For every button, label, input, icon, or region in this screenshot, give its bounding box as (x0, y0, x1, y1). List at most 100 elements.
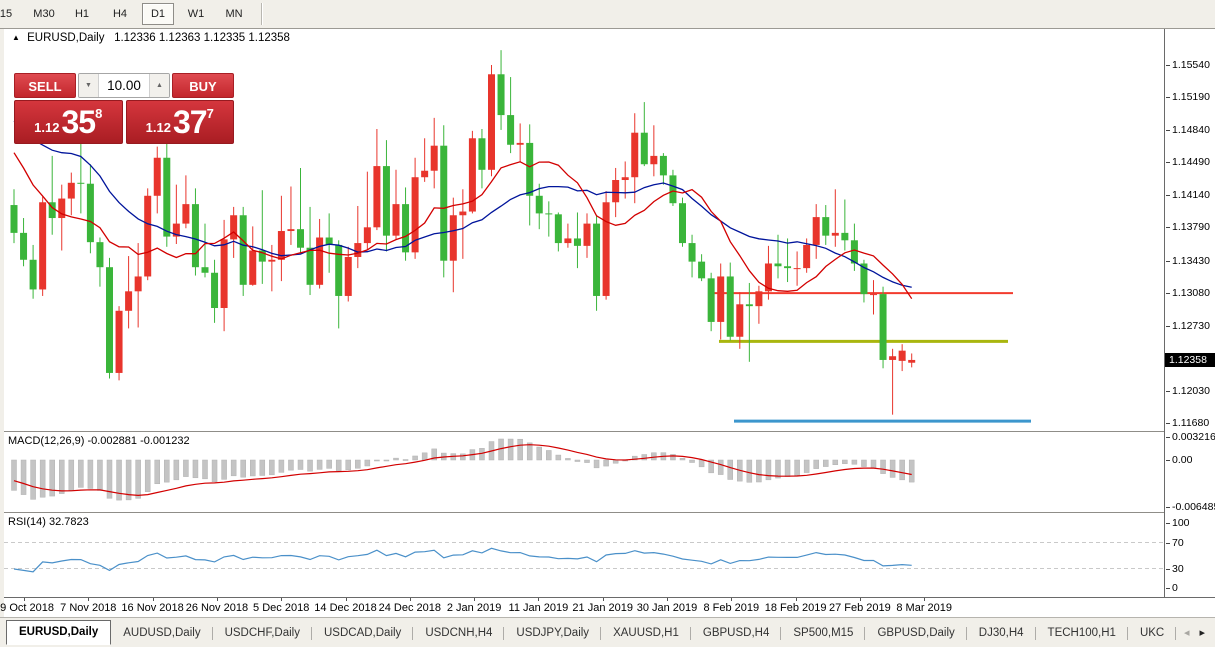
axis-tick (731, 598, 732, 601)
axis-tick (924, 598, 925, 601)
date-axis-label: 26 Nov 2018 (186, 602, 248, 614)
timeframe-toolbar: 15 M30 H1 H4 D1 W1 MN (0, 0, 1215, 29)
price-axis[interactable]: 1.155401.151901.148401.144901.141401.137… (1164, 29, 1215, 597)
axis-tick (1166, 460, 1170, 461)
date-axis-label: 2 Jan 2019 (447, 602, 501, 614)
one-click-trade-panel: SELL ▼ ▲ BUY 1.12 35 8 1.12 37 7 (14, 73, 234, 144)
date-axis-label: 5 Dec 2018 (253, 602, 309, 614)
collapse-icon[interactable]: ▲ (12, 33, 20, 42)
chart-tab-usdchf-daily[interactable]: USDCHF,Daily (213, 623, 312, 644)
axis-tick (1166, 326, 1170, 327)
price-axis-label: 1.15540 (1172, 59, 1210, 71)
timeframe-button-D1[interactable]: D1 (142, 3, 174, 25)
chart-tab-usdcnh-h4[interactable]: USDCNH,H4 (413, 623, 504, 644)
tab-scroll-left-icon[interactable]: ◂ (1184, 626, 1190, 639)
rsi-axis-label: 70 (1172, 537, 1184, 549)
chart-tab-gbpusd-h4[interactable]: GBPUSD,H4 (691, 623, 781, 644)
date-axis-label: 18 Feb 2019 (765, 602, 827, 614)
axis-tick (1166, 507, 1170, 508)
macd-indicator-pane[interactable]: MACD(12,26,9) -0.002881 -0.001232 (4, 433, 1164, 512)
macd-label: MACD(12,26,9) -0.002881 -0.001232 (8, 435, 190, 447)
main-chart-pane[interactable]: ▲ EURUSD,Daily 1.12336 1.12363 1.12335 1… (4, 29, 1164, 431)
chart-tab-eurusd-daily[interactable]: EURUSD,Daily (6, 620, 111, 645)
volume-input[interactable] (99, 74, 149, 97)
axis-tick (153, 598, 154, 601)
axis-tick (1166, 437, 1170, 438)
date-axis[interactable]: 29 Oct 20187 Nov 201816 Nov 201826 Nov 2… (4, 597, 1215, 618)
sell-button[interactable]: SELL (14, 73, 76, 98)
price-axis-label: 1.12030 (1172, 385, 1210, 397)
axis-tick (281, 598, 282, 601)
timeframe-button-H4[interactable]: H4 (104, 3, 136, 25)
macd-axis-label: 0.00 (1172, 454, 1192, 466)
chart-tab-tech100-h1[interactable]: TECH100,H1 (1036, 623, 1128, 644)
rsi-label: RSI(14) 32.7823 (8, 516, 89, 528)
axis-tick (538, 598, 539, 601)
axis-tick (410, 598, 411, 601)
axis-tick (1166, 195, 1170, 196)
chart-tab-ukc[interactable]: UKC (1128, 623, 1176, 644)
timeframe-button-15[interactable]: 15 (0, 3, 22, 25)
chart-tab-usdcad-daily[interactable]: USDCAD,Daily (312, 623, 413, 644)
tab-scroll-right-icon[interactable]: ▸ (1199, 626, 1205, 639)
price-axis-label: 1.12730 (1172, 320, 1210, 332)
sell-price-box[interactable]: 1.12 35 8 (14, 100, 123, 144)
buy-price-sup: 7 (207, 106, 214, 121)
axis-tick (88, 598, 89, 601)
rsi-axis-label: 30 (1172, 563, 1184, 575)
current-price-tag: 1.12358 (1165, 353, 1215, 367)
rsi-chart-canvas[interactable] (4, 514, 1164, 597)
rsi-indicator-pane[interactable]: RSI(14) 32.7823 (4, 514, 1164, 597)
chart-tab-sp500-m15[interactable]: SP500,M15 (781, 623, 865, 644)
axis-tick (1166, 227, 1170, 228)
price-axis-label: 1.13080 (1172, 287, 1210, 299)
axis-tick (1166, 569, 1170, 570)
buy-price-box[interactable]: 1.12 37 7 (126, 100, 235, 144)
date-axis-label: 14 Dec 2018 (314, 602, 376, 614)
axis-tick (24, 598, 25, 601)
date-axis-label: 29 Oct 2018 (0, 602, 54, 614)
chart-tab-usdjpy-daily[interactable]: USDJPY,Daily (504, 623, 601, 644)
toolbar-separator (261, 3, 263, 25)
chart-tab-gbpusd-daily[interactable]: GBPUSD,Daily (865, 623, 966, 644)
buy-price-big: 37 (173, 102, 207, 142)
axis-tick (1166, 261, 1170, 262)
price-axis-label: 1.11680 (1172, 417, 1209, 429)
axis-tick (796, 598, 797, 601)
price-axis-label: 1.14840 (1172, 124, 1210, 136)
chart-tab-audusd-daily[interactable]: AUDUSD,Daily (111, 623, 212, 644)
axis-tick (1166, 523, 1170, 524)
tab-scroll-arrows: ◂▸ (1184, 626, 1215, 639)
axis-tick (474, 598, 475, 601)
price-axis-label: 1.13430 (1172, 255, 1210, 267)
axis-tick (1166, 130, 1170, 131)
rsi-axis-label: 100 (1172, 517, 1190, 529)
timeframe-button-M30[interactable]: M30 (28, 3, 60, 25)
date-axis-label: 8 Mar 2019 (896, 602, 952, 614)
buy-button[interactable]: BUY (172, 73, 234, 98)
chart-tab-dj30-h4[interactable]: DJ30,H4 (967, 623, 1036, 644)
price-axis-label: 1.14490 (1172, 156, 1210, 168)
macd-axis-label: -0.006485 (1172, 501, 1215, 513)
axis-tick (1166, 65, 1170, 66)
date-axis-label: 16 Nov 2018 (121, 602, 183, 614)
date-axis-label: 11 Jan 2019 (509, 602, 569, 614)
volume-decrease-button[interactable]: ▼ (79, 74, 99, 97)
macd-axis-label: 0.003216 (1172, 431, 1215, 443)
timeframe-button-MN[interactable]: MN (218, 3, 250, 25)
date-axis-label: 24 Dec 2018 (379, 602, 441, 614)
volume-increase-button[interactable]: ▲ (149, 74, 169, 97)
axis-tick (860, 598, 861, 601)
axis-tick (1166, 162, 1170, 163)
timeframe-button-H1[interactable]: H1 (66, 3, 98, 25)
timeframe-button-W1[interactable]: W1 (180, 3, 212, 25)
buy-price-base: 1.12 (146, 120, 171, 135)
rsi-axis-label: 0 (1172, 582, 1178, 594)
axis-tick (1166, 293, 1170, 294)
chart-symbol-label: EURUSD,Daily (27, 32, 104, 44)
axis-tick (603, 598, 604, 601)
sell-price-sup: 8 (95, 106, 102, 121)
date-axis-label: 8 Feb 2019 (703, 602, 759, 614)
chart-tab-xauusd-h1[interactable]: XAUUSD,H1 (601, 623, 691, 644)
axis-tick (1166, 588, 1170, 589)
